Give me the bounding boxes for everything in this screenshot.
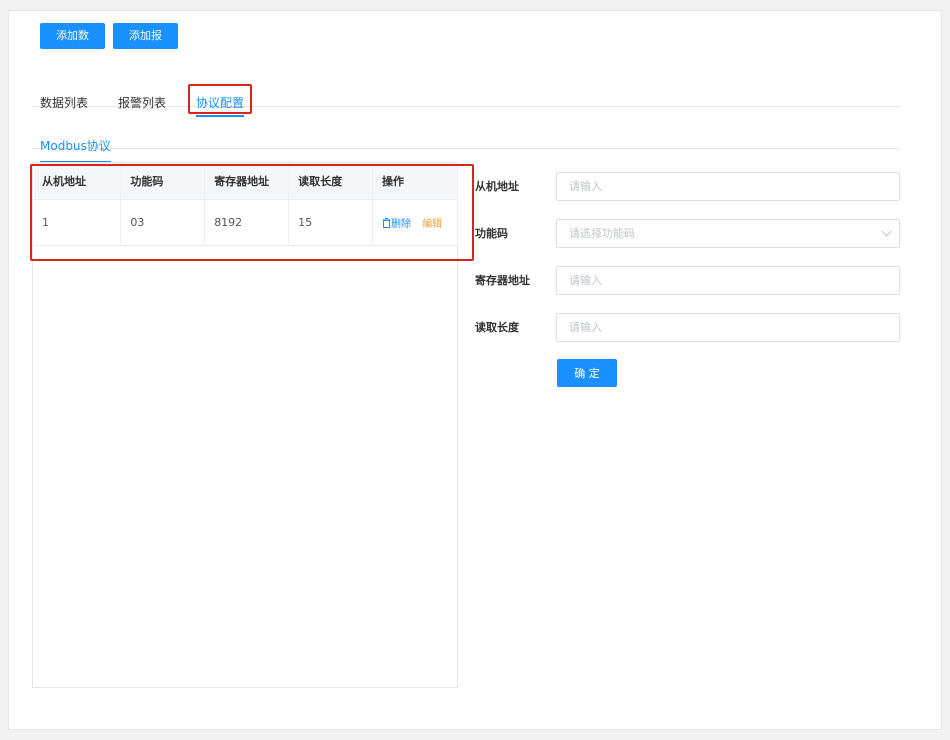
slave-address-input[interactable] [556, 172, 900, 201]
main-tabs: 数据列表 报警列表 协议配置 [32, 80, 900, 117]
confirm-button[interactable]: 确 定 [557, 359, 617, 387]
subtab-modbus[interactable]: Modbus协议 [40, 137, 111, 163]
function-code-select[interactable]: 请选择功能码 [556, 219, 900, 248]
add-alarm-button[interactable]: 添加报警 [113, 23, 178, 68]
add-data-button[interactable]: 添加数据 [40, 23, 105, 68]
form-row-function-code: 功能码 请选择功能码 [475, 219, 901, 249]
tab-alarm-list[interactable]: 报警列表 [118, 94, 166, 111]
register-address-label: 寄存器地址 [475, 274, 530, 287]
function-code-label: 功能码 [475, 227, 508, 240]
slave-address-label: 从机地址 [475, 180, 519, 193]
form-row-read-length: 读取长度 [475, 313, 901, 343]
read-length-label: 读取长度 [475, 321, 519, 334]
protocol-subtabs: Modbus协议 [32, 126, 900, 163]
function-code-placeholder: 请选择功能码 [569, 227, 635, 240]
table-highlight-box [30, 164, 474, 261]
read-length-input[interactable] [556, 313, 900, 342]
form-row-register-address: 寄存器地址 [475, 266, 901, 296]
chevron-down-icon [881, 226, 892, 237]
tab-data-list[interactable]: 数据列表 [40, 94, 88, 111]
form-row-slave-address: 从机地址 [475, 172, 901, 202]
tab-highlight-box [188, 84, 252, 114]
register-address-input[interactable] [556, 266, 900, 295]
